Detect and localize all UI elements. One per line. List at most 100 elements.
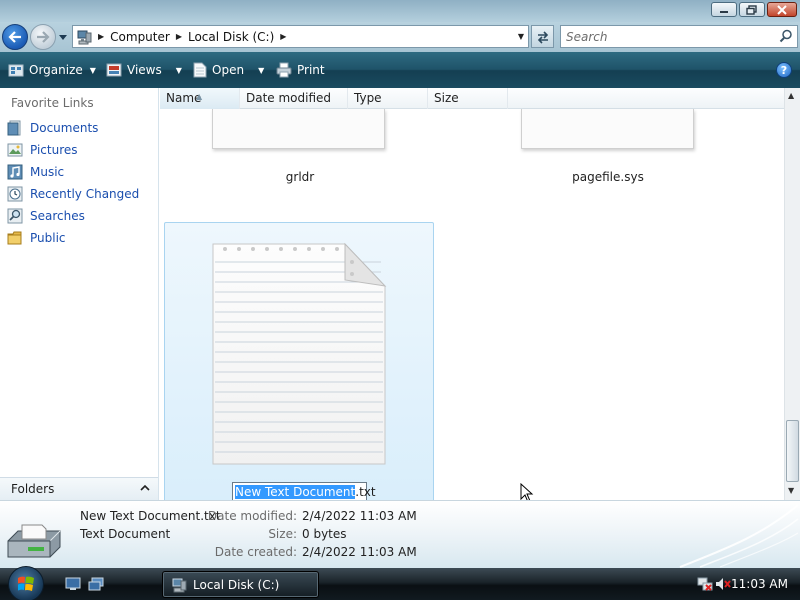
column-date-modified[interactable]: Date modified bbox=[240, 88, 348, 109]
music-icon bbox=[7, 164, 23, 180]
scroll-up-icon[interactable]: ▲ bbox=[788, 91, 794, 100]
column-type[interactable]: Type bbox=[348, 88, 428, 109]
rename-selected-text: New Text Document bbox=[235, 484, 356, 499]
open-document-icon bbox=[193, 62, 207, 78]
nav-item-pictures[interactable]: Pictures bbox=[0, 139, 158, 161]
views-menu[interactable]: Views ▼ bbox=[106, 52, 182, 88]
nav-item-public[interactable]: Public bbox=[0, 227, 158, 249]
chevron-down-icon: ▼ bbox=[258, 65, 265, 75]
views-icon bbox=[106, 63, 122, 77]
nav-item-label: Pictures bbox=[30, 143, 78, 157]
nav-item-searches[interactable]: Searches bbox=[0, 205, 158, 227]
details-modified-label: Date modified: bbox=[207, 509, 297, 523]
print-button[interactable]: Print bbox=[276, 52, 325, 88]
refresh-button[interactable] bbox=[531, 25, 554, 48]
nav-item-recently-changed[interactable]: Recently Changed bbox=[0, 183, 158, 205]
start-button[interactable] bbox=[8, 566, 44, 600]
favorite-links-heading: Favorite Links bbox=[11, 96, 94, 110]
file-tile-new-text-document[interactable] bbox=[164, 222, 434, 500]
folders-toggle[interactable]: Folders bbox=[0, 477, 158, 500]
details-created-value: 2/4/2022 11:03 AM bbox=[302, 545, 417, 559]
taskbar-button-label: Local Disk (C:) bbox=[193, 577, 280, 592]
search-box[interactable] bbox=[560, 25, 798, 48]
windows-logo-icon bbox=[18, 576, 34, 591]
search-input[interactable] bbox=[561, 26, 761, 47]
address-row: ▶ Computer ▶ Local Disk (C:) ▶ ▼ bbox=[0, 22, 800, 52]
computer-icon bbox=[77, 30, 92, 44]
scrollbar-thumb[interactable] bbox=[786, 420, 799, 482]
breadcrumb-separator-icon[interactable]: ▶ bbox=[98, 32, 104, 41]
file-tile-grldr[interactable] bbox=[212, 109, 385, 149]
pictures-icon bbox=[7, 143, 23, 157]
system-tray: 11:03 AM bbox=[693, 568, 800, 600]
refresh-icon bbox=[537, 30, 548, 44]
title-bar bbox=[0, 0, 800, 22]
details-file-type: Text Document bbox=[80, 527, 171, 541]
chevron-down-icon bbox=[59, 34, 67, 40]
mouse-cursor-icon bbox=[520, 483, 534, 500]
address-bar[interactable]: ▶ Computer ▶ Local Disk (C:) ▶ ▼ bbox=[72, 25, 529, 48]
open-menu[interactable]: Open ▼ bbox=[193, 52, 264, 88]
column-date-modified-label: Date modified bbox=[246, 91, 332, 105]
file-tile-pagefile[interactable] bbox=[521, 109, 694, 149]
taskbar-button-local-disk[interactable]: Local Disk (C:) bbox=[162, 571, 319, 598]
print-label: Print bbox=[297, 63, 325, 77]
restore-icon bbox=[746, 4, 757, 15]
nav-item-label: Public bbox=[30, 231, 66, 245]
explorer-window-icon bbox=[172, 578, 187, 592]
organize-label: Organize bbox=[29, 63, 83, 77]
sort-ascending-icon: ▲ bbox=[196, 92, 203, 101]
forward-arrow-icon bbox=[37, 31, 50, 43]
details-pane: New Text Document.txt Text Document Date… bbox=[0, 500, 800, 568]
maximize-button[interactable] bbox=[739, 2, 765, 17]
rename-input[interactable]: New Text Document .txt bbox=[232, 482, 376, 500]
file-name-pagefile[interactable]: pagefile.sys bbox=[550, 170, 666, 184]
clock[interactable]: 11:03 AM bbox=[731, 577, 788, 591]
scroll-down-icon[interactable]: ▼ bbox=[788, 486, 794, 495]
taskbar: Local Disk (C:) 11:03 AM bbox=[0, 566, 800, 600]
nav-item-label: Recently Changed bbox=[30, 187, 140, 201]
vertical-scrollbar[interactable]: ▲ ▼ bbox=[784, 88, 800, 500]
chevron-down-icon: ▼ bbox=[89, 65, 96, 75]
recent-pages-button[interactable] bbox=[58, 32, 68, 42]
switch-windows-icon[interactable] bbox=[88, 577, 104, 591]
file-name-grldr[interactable]: grldr bbox=[260, 170, 340, 184]
command-toolbar: Organize ▼ Views ▼ Open ▼ Print ? bbox=[0, 52, 800, 88]
searches-icon bbox=[7, 208, 23, 224]
organize-icon bbox=[8, 64, 24, 77]
address-dropdown-icon[interactable]: ▼ bbox=[518, 32, 524, 41]
file-list: ▲ Name Date modified Type Size grldr pag… bbox=[160, 88, 784, 500]
network-icon[interactable] bbox=[697, 576, 713, 592]
minimize-button[interactable] bbox=[711, 2, 737, 17]
column-size-label: Size bbox=[434, 91, 459, 105]
close-button[interactable] bbox=[767, 2, 797, 17]
nav-item-label: Music bbox=[30, 165, 65, 179]
organize-menu[interactable]: Organize ▼ bbox=[8, 52, 96, 88]
breadcrumb-separator-icon[interactable]: ▶ bbox=[280, 32, 286, 41]
breadcrumb-local-disk[interactable]: Local Disk (C:) bbox=[188, 30, 274, 44]
breadcrumb-separator-icon[interactable]: ▶ bbox=[176, 32, 182, 41]
nav-item-documents[interactable]: Documents bbox=[0, 117, 158, 139]
details-created-label: Date created: bbox=[214, 545, 297, 559]
details-size-value: 0 bytes bbox=[302, 527, 347, 541]
column-size[interactable]: Size bbox=[428, 88, 508, 109]
help-button[interactable]: ? bbox=[776, 62, 792, 78]
search-icon[interactable] bbox=[779, 29, 793, 43]
text-file-large-icon bbox=[7, 524, 61, 558]
show-desktop-icon[interactable] bbox=[65, 577, 81, 591]
close-icon bbox=[777, 4, 787, 15]
breadcrumb-computer[interactable]: Computer bbox=[110, 30, 170, 44]
navigation-pane: Favorite Links Documents Pictures Music … bbox=[0, 88, 159, 500]
back-button[interactable] bbox=[2, 24, 28, 50]
nav-item-label: Documents bbox=[30, 121, 99, 135]
column-name[interactable]: ▲ Name bbox=[160, 88, 240, 109]
printer-icon bbox=[276, 62, 292, 78]
chevron-up-icon bbox=[140, 484, 150, 491]
nav-item-music[interactable]: Music bbox=[0, 161, 158, 183]
volume-muted-icon[interactable] bbox=[715, 576, 731, 592]
chevron-down-icon: ▼ bbox=[175, 65, 182, 75]
back-arrow-icon bbox=[8, 31, 21, 43]
forward-button[interactable] bbox=[30, 24, 56, 50]
details-size-label: Size: bbox=[268, 527, 297, 541]
minimize-icon bbox=[720, 10, 728, 13]
